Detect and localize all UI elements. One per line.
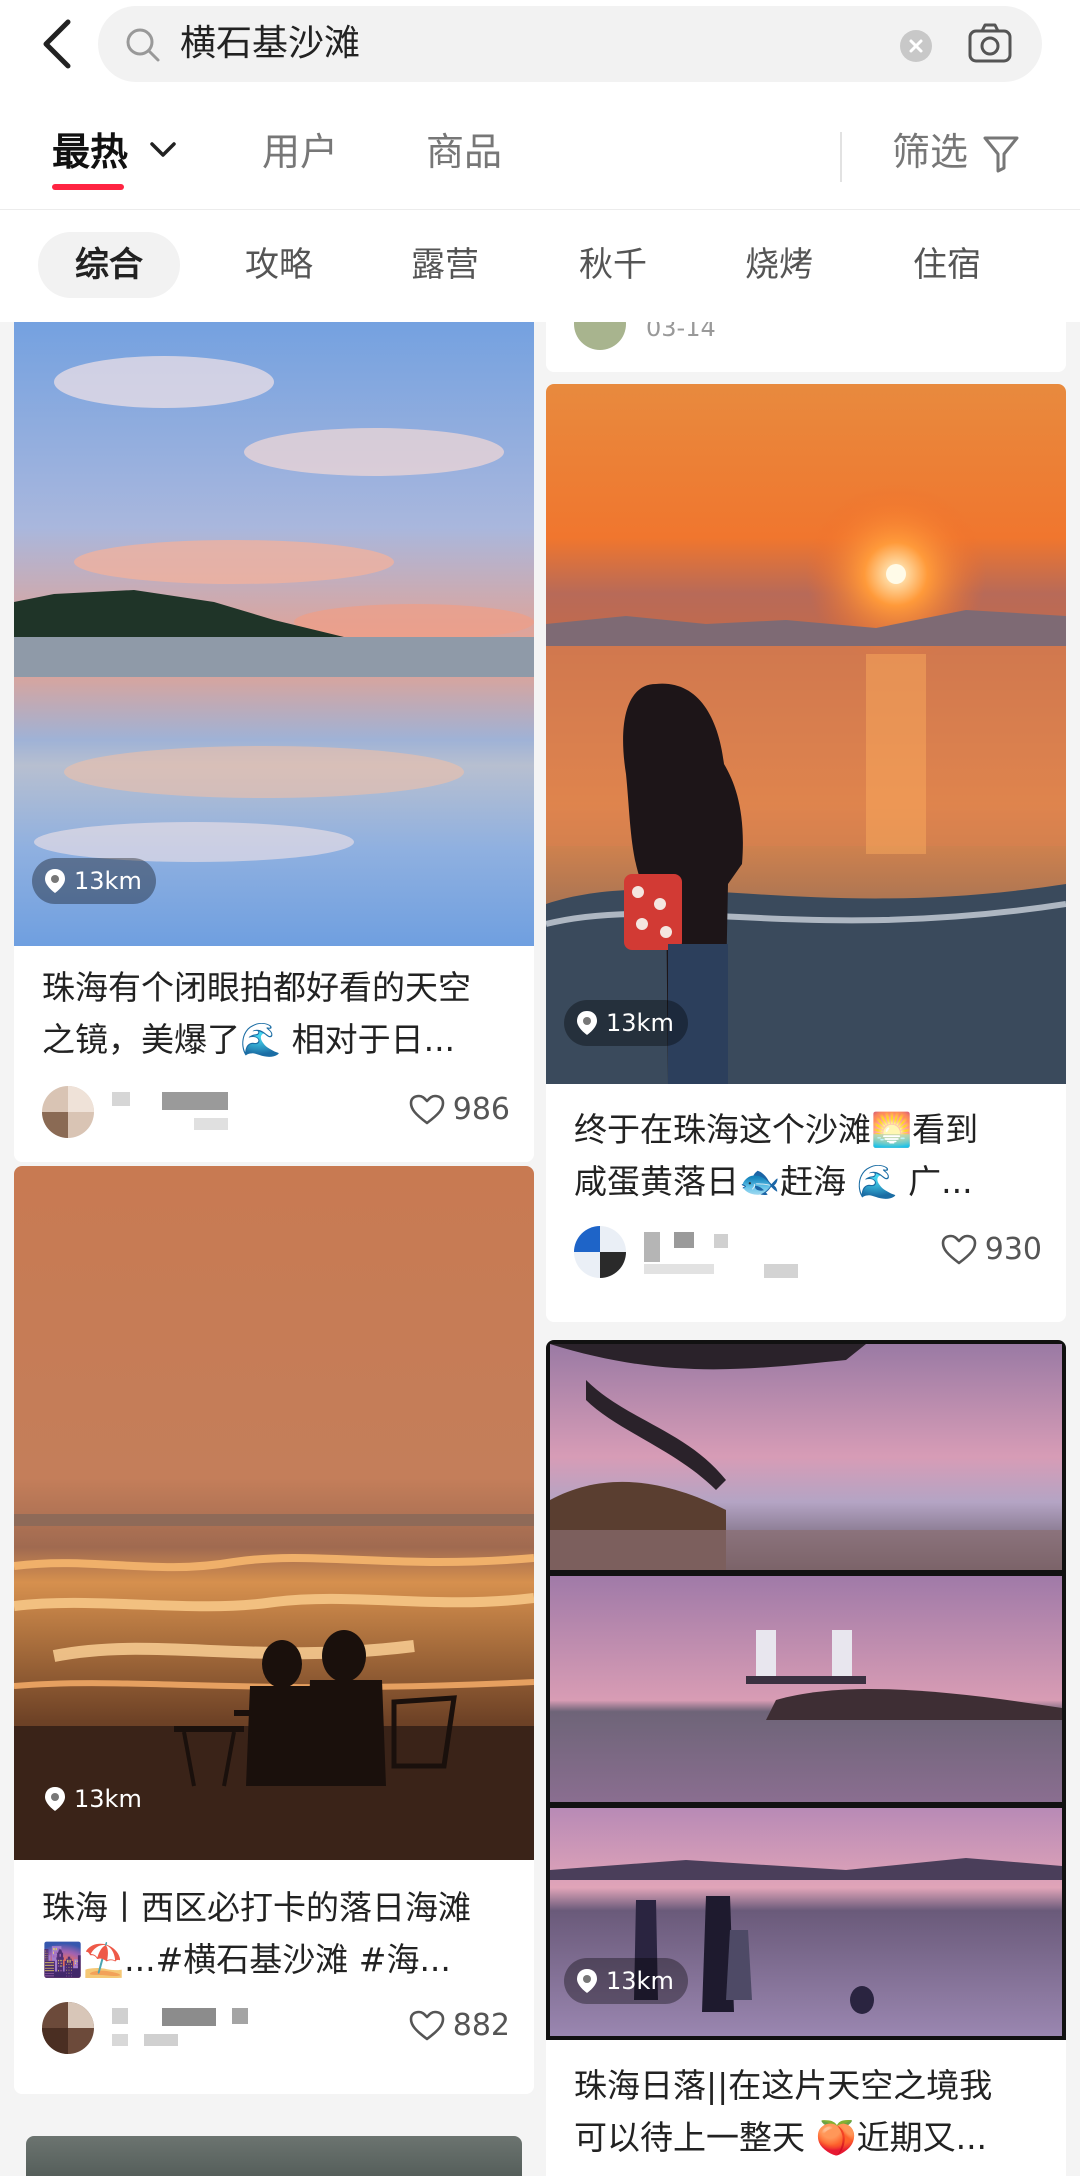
note-card-partial[interactable]: 03-14 <box>546 322 1066 372</box>
note-title[interactable]: 珠海丨西区必打卡的落日海滩 🌆⛱️...#横石基沙滩 #海... <box>42 1882 471 1986</box>
note-cover-image[interactable]: 13km <box>546 1340 1066 2040</box>
back-arrow-icon[interactable] <box>36 16 80 72</box>
results-feed[interactable]: 13km 珠海有个闭眼拍都好看的天空 之镜，美爆了🌊 相对于日... 986 0… <box>0 322 1080 2176</box>
category-chips: 综合 攻略 露营 秋千 烧烤 住宿 <box>0 210 1080 322</box>
sky-mirror-photo <box>14 322 534 946</box>
location-pin-icon <box>577 1969 597 1993</box>
avatar[interactable] <box>42 1086 94 1138</box>
like-count: 882 <box>452 2008 510 2043</box>
like-count: 986 <box>452 1092 510 1127</box>
chip-camping[interactable]: 露营 <box>374 232 516 298</box>
note-card[interactable]: 13km 珠海丨西区必打卡的落日海滩 🌆⛱️...#横石基沙滩 #海... 88… <box>14 1166 534 2094</box>
chip-comprehensive[interactable]: 综合 <box>38 232 180 298</box>
note-cover-image[interactable]: 13km <box>546 384 1066 1084</box>
heart-icon <box>941 1234 977 1264</box>
note-card[interactable]: 13km 珠海有个闭眼拍都好看的天空 之镜，美爆了🌊 相对于日... 986 <box>14 322 534 1162</box>
tab-users[interactable]: 用户 <box>262 128 338 176</box>
note-cover-image[interactable]: 13km <box>14 1166 534 1860</box>
like-button[interactable]: 930 <box>941 1232 1042 1267</box>
distance-text: 13km <box>74 1785 142 1813</box>
title-line: 可以待上一整天 🍑近期又... <box>574 2118 988 2157</box>
location-pin-icon <box>577 1011 597 1035</box>
search-input[interactable]: 横石基沙滩 <box>98 6 1042 82</box>
like-count: 930 <box>984 1232 1042 1267</box>
filter-icon[interactable] <box>982 134 1020 174</box>
divider <box>840 132 842 182</box>
active-tab-indicator <box>52 184 124 190</box>
post-date: 03-14 <box>646 322 716 342</box>
heart-icon <box>409 1094 445 1124</box>
distance-badge: 13km <box>32 1776 156 1822</box>
search-bar-row: 横石基沙滩 <box>0 0 1080 92</box>
location-pin-icon <box>45 869 65 893</box>
note-cover-image[interactable] <box>26 2136 522 2176</box>
like-button[interactable]: 986 <box>409 1092 510 1127</box>
note-cover-image[interactable]: 13km <box>14 322 534 946</box>
title-line: 🌆⛱️...#横石基沙滩 #海... <box>42 1940 451 1979</box>
distance-text: 13km <box>606 1967 674 1995</box>
avatar[interactable] <box>42 2002 94 2054</box>
author-name-blurred[interactable] <box>112 1092 252 1130</box>
clear-search-button[interactable] <box>900 30 932 62</box>
heart-icon <box>409 2010 445 2040</box>
chip-guide[interactable]: 攻略 <box>208 232 350 298</box>
title-line: 珠海有个闭眼拍都好看的天空 <box>42 968 471 1007</box>
location-pin-icon <box>45 1787 65 1811</box>
camera-icon[interactable] <box>966 22 1014 66</box>
author-name-blurred[interactable] <box>644 1232 798 1278</box>
search-query-text: 横石基沙滩 <box>180 23 361 64</box>
author-name-blurred[interactable] <box>112 2008 252 2046</box>
distance-badge: 13km <box>564 1958 688 2004</box>
note-card[interactable]: 13km 终于在珠海这个沙滩🌅看到 咸蛋黄落日🐟赶海 🌊 广... 930 <box>546 384 1066 1322</box>
search-icon <box>126 28 160 62</box>
distance-badge: 13km <box>32 858 156 904</box>
chip-lodging[interactable]: 住宿 <box>876 232 1018 298</box>
title-line: 之镜，美爆了🌊 相对于日... <box>42 1020 456 1059</box>
filter-button[interactable]: 筛选 <box>892 128 968 176</box>
note-title[interactable]: 终于在珠海这个沙滩🌅看到 咸蛋黄落日🐟赶海 🌊 广... <box>574 1104 978 1208</box>
distance-text: 13km <box>74 867 142 895</box>
distance-text: 13km <box>606 1009 674 1037</box>
close-icon <box>909 39 923 53</box>
chip-swing[interactable]: 秋千 <box>542 232 684 298</box>
avatar[interactable] <box>574 322 626 350</box>
note-card[interactable]: 13km 珠海日落||在这片天空之境我 可以待上一整天 🍑近期又... <box>546 1340 1066 2176</box>
note-title[interactable]: 珠海日落||在这片天空之境我 可以待上一整天 🍑近期又... <box>574 2060 992 2164</box>
author-row: 930 <box>574 1222 1042 1282</box>
tab-products[interactable]: 商品 <box>426 128 502 176</box>
title-line: 终于在珠海这个沙滩🌅看到 <box>574 1110 979 1149</box>
title-line: 珠海日落||在这片天空之境我 <box>574 2066 993 2105</box>
avatar[interactable] <box>574 1226 626 1278</box>
sunset-couple-photo <box>14 1166 534 1860</box>
sunset-collage-photo <box>550 1344 1062 2036</box>
chevron-down-icon[interactable] <box>148 138 178 162</box>
note-card-partial[interactable] <box>26 2136 522 2176</box>
note-title[interactable]: 珠海有个闭眼拍都好看的天空 之镜，美爆了🌊 相对于日... <box>42 962 471 1066</box>
tab-hottest[interactable]: 最热 <box>52 128 128 176</box>
sunset-girl-photo <box>546 384 1066 1084</box>
title-line: 咸蛋黄落日🐟赶海 🌊 广... <box>574 1162 973 1201</box>
primary-tabs: 最热 用户 商品 筛选 <box>0 92 1080 210</box>
like-button[interactable]: 882 <box>409 2008 510 2043</box>
chip-bbq[interactable]: 烧烤 <box>708 232 850 298</box>
title-line: 珠海丨西区必打卡的落日海滩 <box>42 1888 471 1927</box>
distance-badge: 13km <box>564 1000 688 1046</box>
author-row: 986 <box>42 1082 510 1142</box>
author-row: 882 <box>42 1998 510 2058</box>
